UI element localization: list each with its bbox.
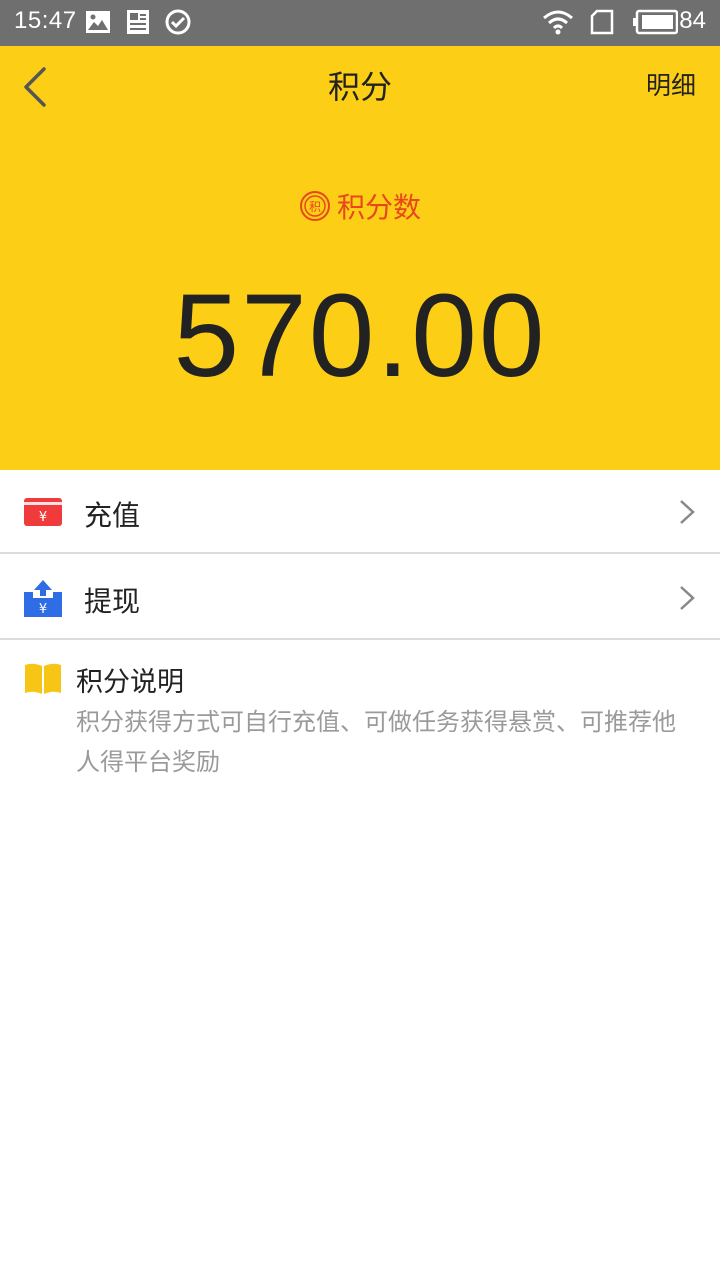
check-circle-icon [165,9,191,35]
detail-button[interactable]: 明细 [646,66,696,102]
image-icon [86,11,110,33]
points-label: 积分数 [336,191,421,224]
withdraw-icon: ¥ [24,580,62,617]
battery-icon [633,9,678,35]
book-icon [25,663,61,694]
battery-level: 84 [679,7,706,34]
chevron-right-icon [680,586,695,610]
wallet-icon: ¥ [24,498,62,526]
points-coin-icon: 积 [299,191,330,221]
wifi-icon [543,10,573,35]
sim-card-icon [590,9,614,35]
chevron-right-icon [680,500,695,524]
withdraw-row[interactable]: ¥ 提现 [0,556,720,640]
recharge-label: 充值 [84,499,141,532]
status-time: 15:47 [14,7,77,34]
recharge-row[interactable]: ¥ 充值 [0,470,720,554]
description-title: 积分说明 [76,667,184,698]
page-title: 积分 [327,68,392,106]
points-value: 570.00 [173,270,547,402]
svg-text:积: 积 [309,200,321,214]
description-text: 积分获得方式可自行充值、可做任务获得悬赏、可推荐他人得平台奖励 [76,708,676,776]
news-icon [127,10,149,34]
points-header: 积分 明细 积 积分数 570.00 [0,46,720,470]
svg-text:¥: ¥ [39,602,47,617]
points-label-row: 积 积分数 [0,186,720,226]
status-bar: 15:47 84 [0,0,720,46]
svg-text:¥: ¥ [39,510,47,525]
withdraw-label: 提现 [84,585,141,618]
